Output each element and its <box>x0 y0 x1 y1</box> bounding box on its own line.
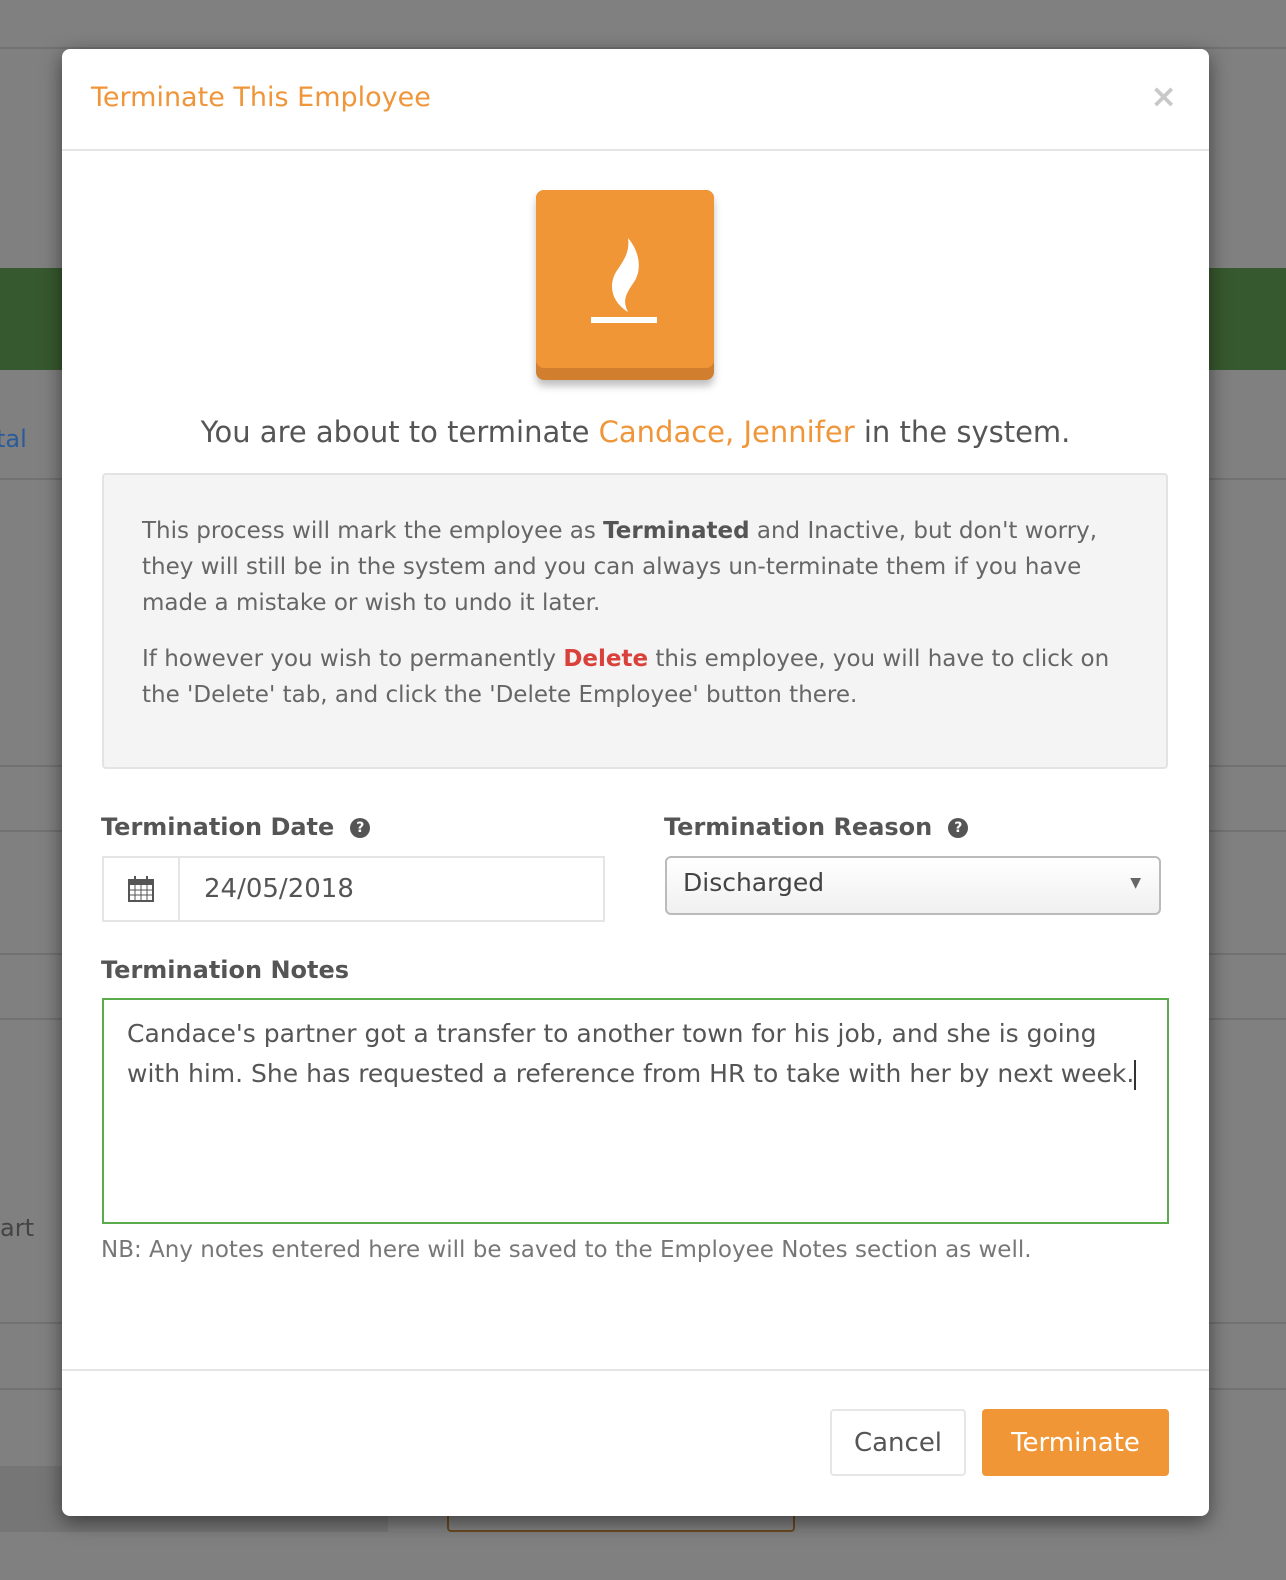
close-icon[interactable]: × <box>1150 77 1177 115</box>
notes-hint: NB: Any notes entered here will be saved… <box>101 1237 1032 1263</box>
notes-value: Candace's partner got a transfer to anot… <box>127 1019 1135 1088</box>
reason-value: Discharged <box>683 868 825 897</box>
background-link: tal <box>0 425 27 453</box>
info-delete: Delete <box>563 646 649 672</box>
notes-label: Termination Notes <box>101 956 350 984</box>
modal-title: Terminate This Employee <box>91 82 431 113</box>
date-label-text: Termination Date <box>101 813 335 841</box>
help-icon[interactable]: ? <box>948 818 969 838</box>
reason-label-text: Termination Reason <box>664 813 933 841</box>
cancel-button[interactable]: Cancel <box>830 1409 966 1476</box>
help-icon[interactable]: ? <box>350 818 371 838</box>
employee-name: Candace, Jennifer <box>598 415 855 449</box>
info-bold: Terminated <box>603 518 750 544</box>
chevron-down-icon: ▼ <box>1130 875 1141 891</box>
terminate-button[interactable]: Terminate <box>982 1409 1169 1476</box>
info-paragraph: If however you wish to permanently Delet… <box>142 641 1128 713</box>
termination-date-field[interactable]: 24/05/2018 <box>102 856 605 922</box>
heading-text: You are about to terminate <box>200 415 599 449</box>
fire-icon <box>591 238 657 323</box>
fire-icon-box <box>536 190 714 380</box>
info-text: If however you wish to permanently <box>142 646 564 672</box>
info-paragraph: This process will mark the employee as T… <box>142 513 1128 621</box>
confirmation-heading: You are about to terminate Candace, Jenn… <box>62 415 1209 449</box>
calendar-icon[interactable] <box>104 858 180 920</box>
terminate-modal: Terminate This Employee × You are about … <box>62 49 1209 1516</box>
termination-notes-textarea[interactable]: Candace's partner got a transfer to anot… <box>102 998 1169 1224</box>
date-value[interactable]: 24/05/2018 <box>180 858 354 920</box>
background-text: art <box>0 1214 34 1242</box>
reason-label: Termination Reason? <box>664 813 969 841</box>
footer-divider <box>62 1369 1209 1371</box>
info-text: This process will mark the employee as <box>142 518 604 544</box>
heading-text: in the system. <box>854 415 1071 449</box>
header-divider <box>62 149 1209 151</box>
text-cursor <box>1134 1060 1137 1090</box>
info-box: This process will mark the employee as T… <box>102 473 1168 769</box>
termination-reason-select[interactable]: Discharged ▼ <box>665 856 1161 915</box>
date-label: Termination Date? <box>101 813 371 841</box>
